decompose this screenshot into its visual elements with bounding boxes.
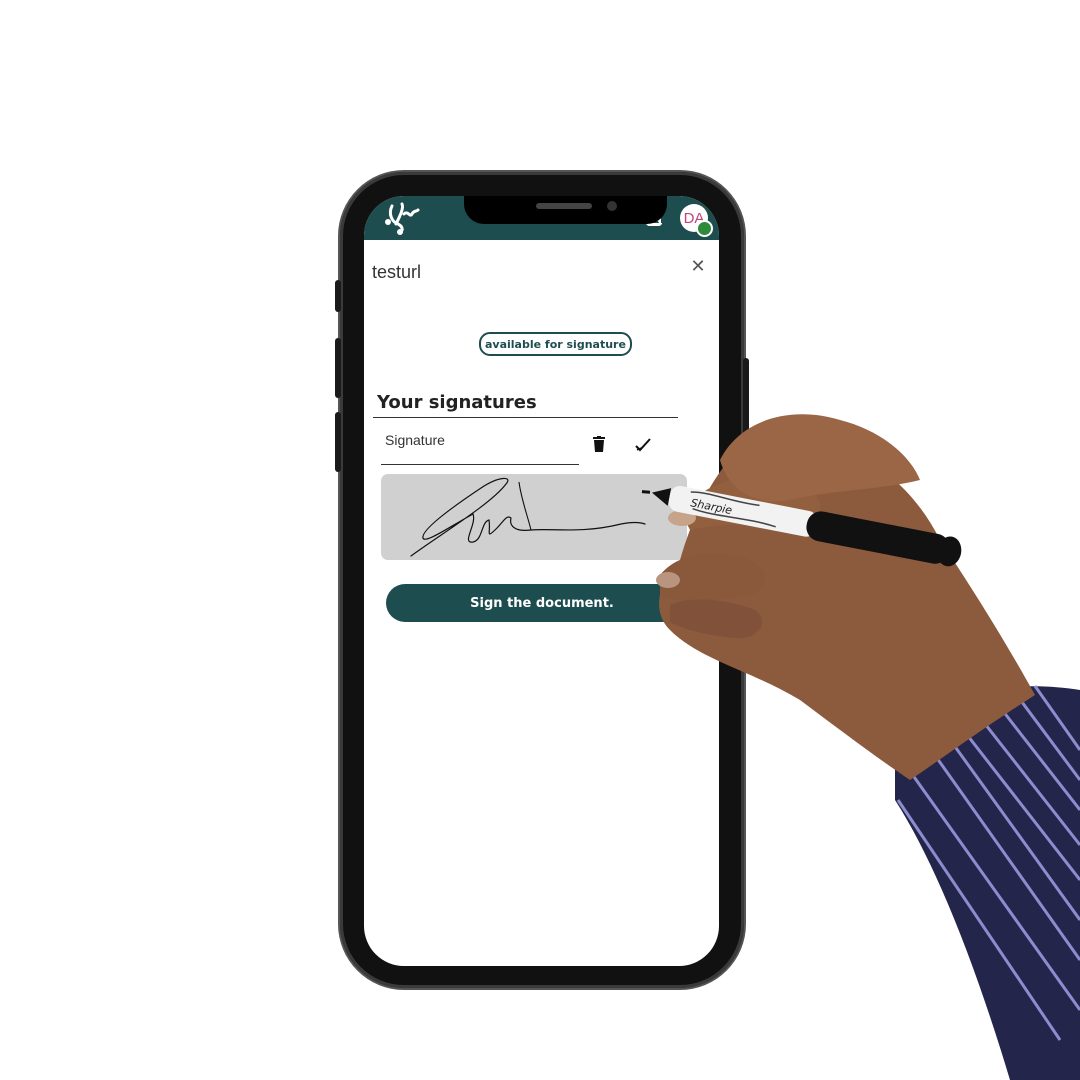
delete-icon[interactable]: [592, 436, 606, 452]
signature-field-label: Signature: [385, 432, 445, 448]
section-divider: [373, 417, 678, 418]
volume-up-button: [335, 338, 341, 398]
signatures-heading: Your signatures: [377, 392, 537, 413]
signature-name-field[interactable]: Signature: [381, 428, 579, 465]
volume-down-button: [335, 412, 341, 472]
front-camera: [607, 201, 617, 211]
online-status-dot: [696, 220, 713, 237]
document-title: testurl: [372, 262, 422, 282]
hand-holding-marker: Sharpie: [641, 414, 1080, 1080]
phone-notch: [464, 196, 667, 224]
close-icon[interactable]: ✕: [688, 256, 708, 277]
mute-switch: [335, 280, 341, 312]
signature-logo-icon[interactable]: [382, 200, 422, 236]
status-badge: available for signature: [479, 332, 632, 356]
speaker-grille: [536, 203, 592, 209]
